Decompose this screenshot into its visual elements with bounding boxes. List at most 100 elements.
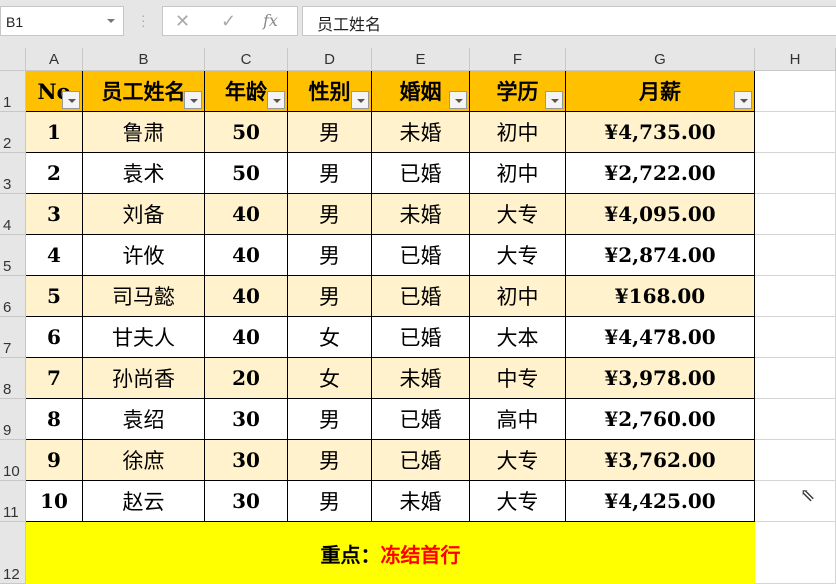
filter-dropdown-icon[interactable] (184, 91, 202, 109)
empty-cell[interactable] (755, 481, 836, 522)
chevron-down-icon[interactable] (107, 19, 115, 23)
table-cell[interactable]: 大专 (470, 481, 566, 522)
empty-cell[interactable] (755, 358, 836, 399)
table-cell[interactable]: 袁术 (83, 153, 205, 194)
table-cell[interactable]: 孙尚香 (83, 358, 205, 399)
table-cell[interactable]: 8 (26, 399, 83, 440)
header-cell[interactable]: 年龄 (205, 71, 288, 112)
table-cell[interactable]: ¥4,425.00 (566, 481, 755, 522)
column-header-F[interactable]: F (470, 48, 566, 71)
row-header-11[interactable]: 11 (0, 481, 26, 522)
table-cell[interactable]: 男 (288, 399, 372, 440)
table-cell[interactable]: ¥2,874.00 (566, 235, 755, 276)
table-cell[interactable]: 10 (26, 481, 83, 522)
table-cell[interactable]: 男 (288, 194, 372, 235)
row-header-9[interactable]: 9 (0, 399, 26, 440)
empty-cell[interactable] (755, 522, 836, 584)
table-cell[interactable]: 30 (205, 399, 288, 440)
column-header-B[interactable]: B (83, 48, 205, 71)
table-cell[interactable]: 大本 (470, 317, 566, 358)
formula-input[interactable]: 员工姓名 (302, 6, 836, 36)
column-header-G[interactable]: G (566, 48, 755, 71)
table-cell[interactable]: 男 (288, 235, 372, 276)
table-cell[interactable]: 女 (288, 317, 372, 358)
table-cell[interactable]: 鲁肃 (83, 112, 205, 153)
cancel-icon[interactable]: ✕ (175, 11, 190, 32)
table-cell[interactable]: 未婚 (372, 358, 470, 399)
table-cell[interactable]: 50 (205, 153, 288, 194)
filter-dropdown-icon[interactable] (449, 91, 467, 109)
table-cell[interactable]: ¥4,478.00 (566, 317, 755, 358)
table-cell[interactable]: 大专 (470, 440, 566, 481)
table-cell[interactable]: 男 (288, 153, 372, 194)
header-cell[interactable]: 员工姓名 (83, 71, 205, 112)
table-cell[interactable]: 刘备 (83, 194, 205, 235)
table-cell[interactable]: 司马懿 (83, 276, 205, 317)
empty-cell[interactable] (755, 194, 836, 235)
table-cell[interactable]: 7 (26, 358, 83, 399)
table-cell[interactable]: 男 (288, 276, 372, 317)
row-header-7[interactable]: 7 (0, 317, 26, 358)
table-cell[interactable]: 初中 (470, 276, 566, 317)
table-cell[interactable]: 袁绍 (83, 399, 205, 440)
row-header-12[interactable]: 12 (0, 522, 26, 584)
row-header-4[interactable]: 4 (0, 194, 26, 235)
empty-cell[interactable] (755, 71, 836, 112)
column-header-A[interactable]: A (26, 48, 83, 71)
table-cell[interactable]: ¥4,735.00 (566, 112, 755, 153)
row-header-8[interactable]: 8 (0, 358, 26, 399)
table-cell[interactable]: 30 (205, 481, 288, 522)
empty-cell[interactable] (755, 153, 836, 194)
table-cell[interactable]: 初中 (470, 153, 566, 194)
table-cell[interactable]: 已婚 (372, 276, 470, 317)
table-cell[interactable]: ¥4,095.00 (566, 194, 755, 235)
empty-cell[interactable] (755, 276, 836, 317)
table-cell[interactable]: 5 (26, 276, 83, 317)
table-cell[interactable]: 9 (26, 440, 83, 481)
table-cell[interactable]: 1 (26, 112, 83, 153)
header-cell[interactable]: 月薪 (566, 71, 755, 112)
row-header-6[interactable]: 6 (0, 276, 26, 317)
column-header-H[interactable]: H (755, 48, 836, 71)
table-cell[interactable]: 高中 (470, 399, 566, 440)
table-cell[interactable]: 已婚 (372, 440, 470, 481)
empty-cell[interactable] (755, 235, 836, 276)
table-cell[interactable]: 中专 (470, 358, 566, 399)
column-header-D[interactable]: D (288, 48, 372, 71)
table-cell[interactable]: 许攸 (83, 235, 205, 276)
table-cell[interactable]: 赵云 (83, 481, 205, 522)
table-cell[interactable]: 6 (26, 317, 83, 358)
empty-cell[interactable] (755, 317, 836, 358)
empty-cell[interactable] (755, 112, 836, 153)
row-header-1[interactable]: 1 (0, 71, 26, 112)
table-cell[interactable]: 40 (205, 317, 288, 358)
row-header-2[interactable]: 2 (0, 112, 26, 153)
table-cell[interactable]: 大专 (470, 235, 566, 276)
table-cell[interactable]: 50 (205, 112, 288, 153)
header-cell[interactable]: 婚姻 (372, 71, 470, 112)
row-header-5[interactable]: 5 (0, 235, 26, 276)
fx-icon[interactable]: fx (263, 11, 278, 30)
table-cell[interactable]: 男 (288, 112, 372, 153)
row-header-3[interactable]: 3 (0, 153, 26, 194)
table-cell[interactable]: 初中 (470, 112, 566, 153)
table-cell[interactable]: 3 (26, 194, 83, 235)
table-cell[interactable]: 40 (205, 194, 288, 235)
row-header-10[interactable]: 10 (0, 440, 26, 481)
table-cell[interactable]: ¥2,722.00 (566, 153, 755, 194)
table-cell[interactable]: 未婚 (372, 194, 470, 235)
select-all-corner[interactable] (0, 48, 26, 71)
table-cell[interactable]: 已婚 (372, 399, 470, 440)
table-cell[interactable]: 女 (288, 358, 372, 399)
table-cell[interactable]: ¥2,760.00 (566, 399, 755, 440)
filter-dropdown-icon[interactable] (351, 91, 369, 109)
name-box[interactable]: B1 (0, 6, 124, 36)
table-cell[interactable]: 20 (205, 358, 288, 399)
header-cell[interactable]: 性别 (288, 71, 372, 112)
table-cell[interactable]: 大专 (470, 194, 566, 235)
table-cell[interactable]: ¥3,978.00 (566, 358, 755, 399)
empty-cell[interactable] (755, 399, 836, 440)
header-cell[interactable]: No (26, 71, 83, 112)
table-cell[interactable]: 未婚 (372, 112, 470, 153)
table-cell[interactable]: 甘夫人 (83, 317, 205, 358)
